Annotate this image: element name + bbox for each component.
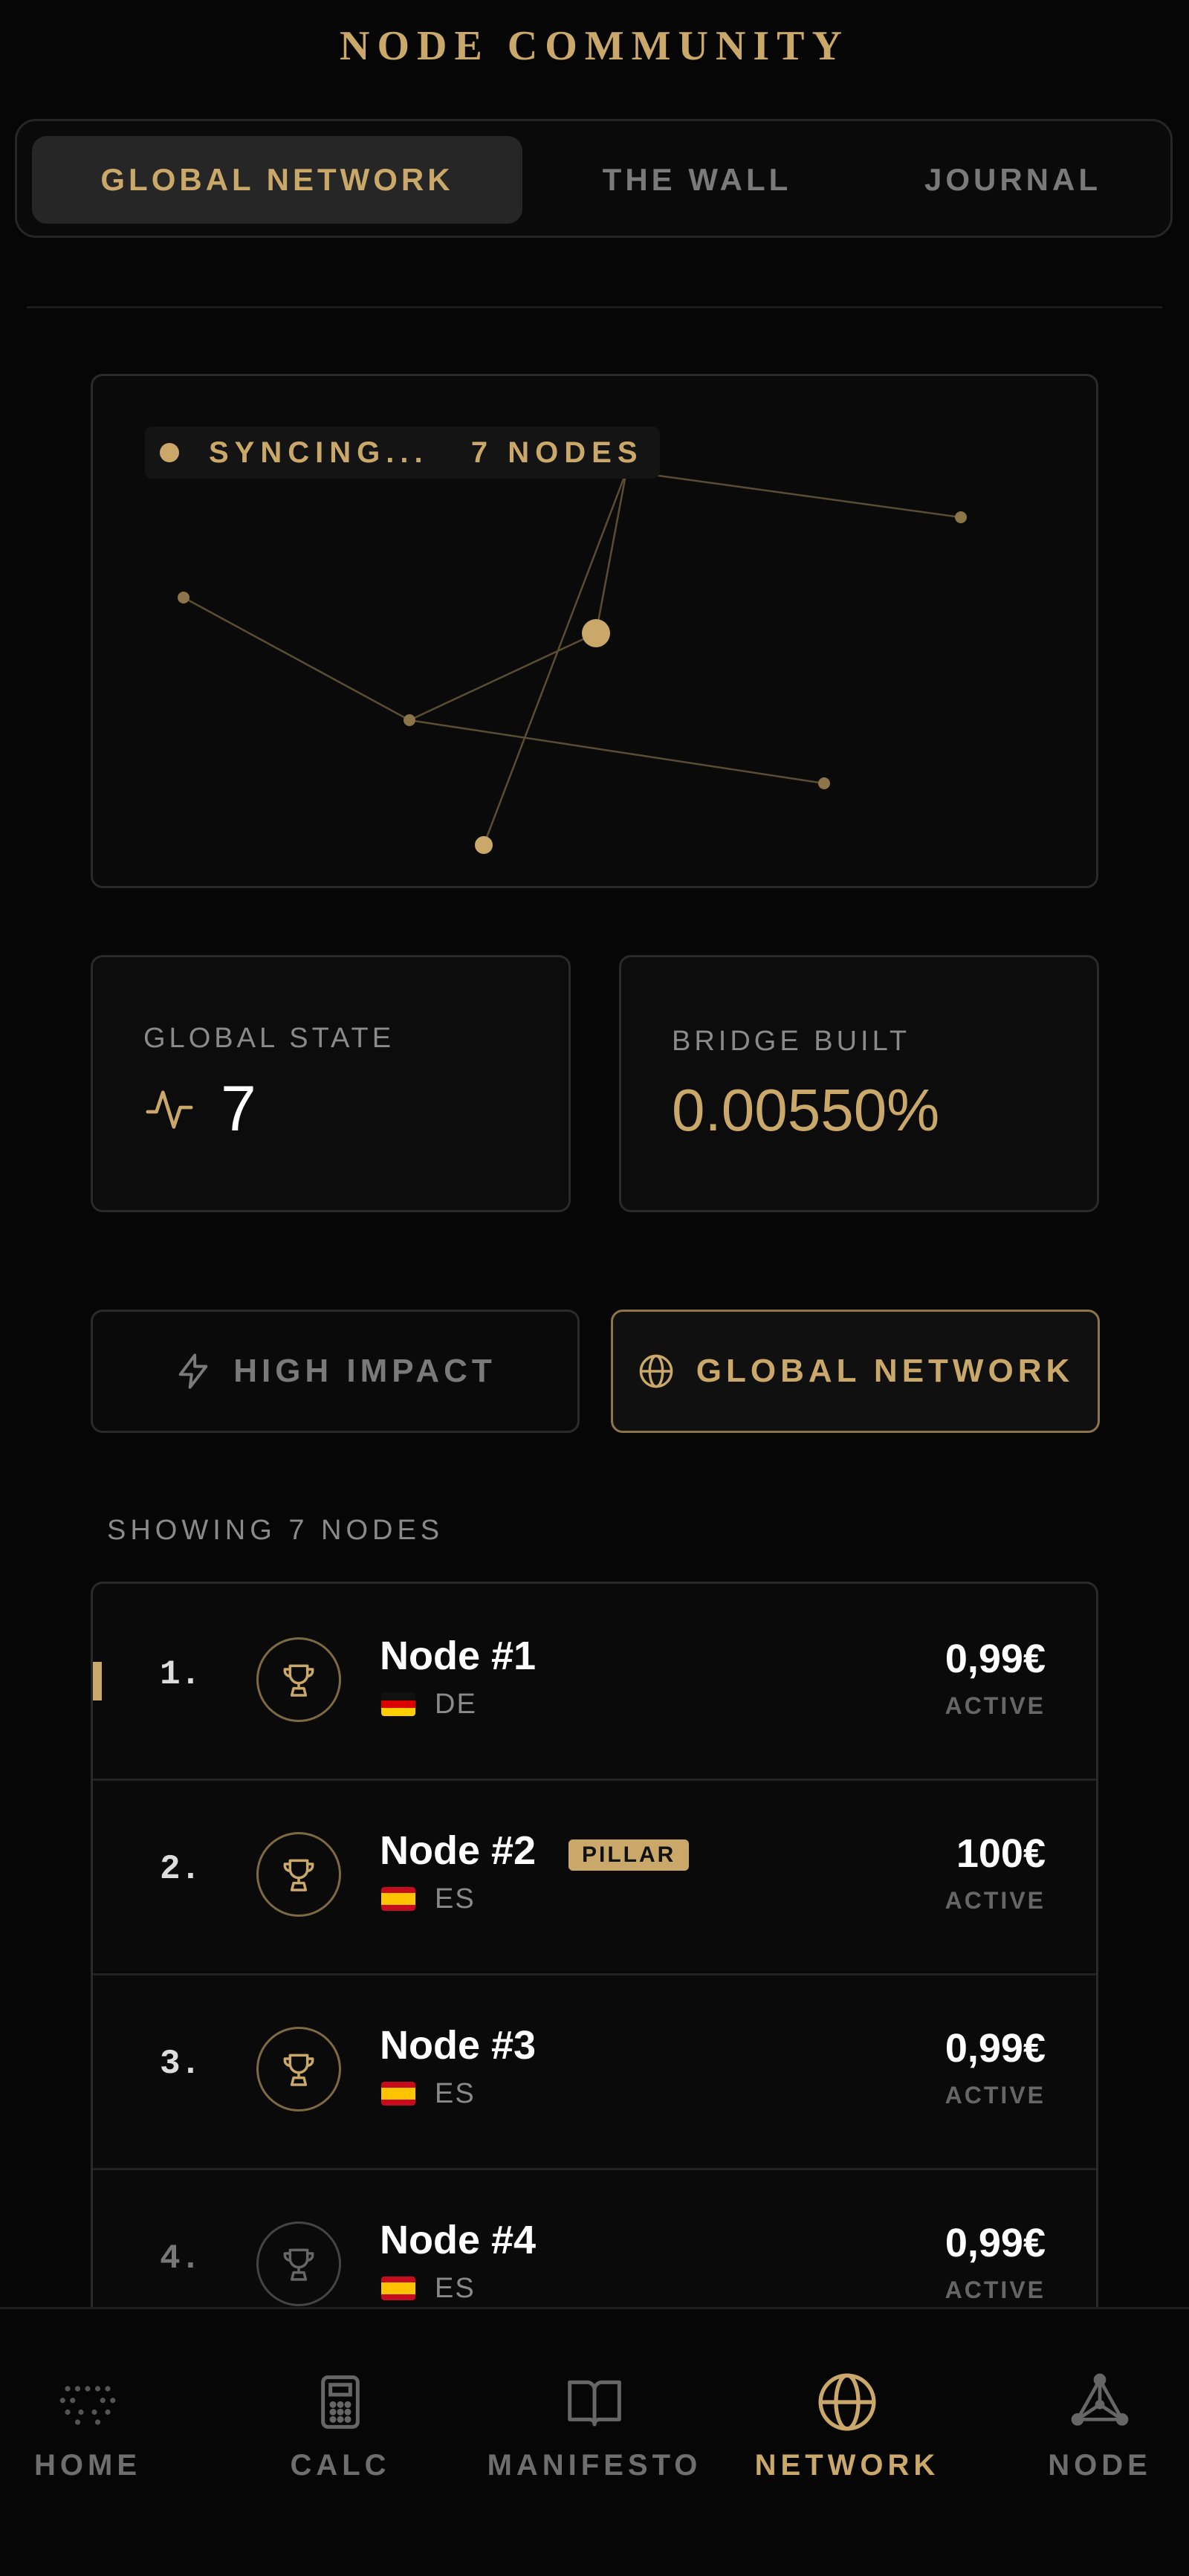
node-amount: 0,99€ <box>945 1637 1046 1681</box>
triangle-network-icon <box>1071 2373 1129 2426</box>
tab-global-network[interactable]: GLOBAL NETWORK <box>32 136 522 224</box>
node-name: Node #3 <box>380 2023 537 2068</box>
nav-calc-label: CALC <box>290 2449 391 2482</box>
dots-icon <box>59 2386 116 2425</box>
node-status: ACTIVE <box>945 1887 1046 1914</box>
high-impact-label: HIGH IMPACT <box>233 1353 496 1389</box>
network-node <box>475 836 493 854</box>
globe-icon <box>818 2373 876 2431</box>
node-status: ACTIVE <box>945 1692 1046 1719</box>
nav-home-label: HOME <box>34 2449 141 2482</box>
book-icon <box>568 2380 621 2427</box>
trophy-icon <box>283 2248 314 2281</box>
rank: 1. <box>160 1655 201 1694</box>
network-node <box>178 592 189 603</box>
flag-de-icon <box>381 1692 415 1716</box>
node-amount: 0,99€ <box>945 2026 1046 2071</box>
global-network-filter-button[interactable]: GLOBAL NETWORK <box>611 1310 1100 1433</box>
node-name: Node #2 <box>380 1828 537 1873</box>
nav-node-label: NODE <box>1048 2449 1152 2482</box>
country-code: ES <box>435 2078 476 2109</box>
app-title: NODE COMMUNITY <box>340 23 849 69</box>
country-code: ES <box>435 1883 476 1915</box>
bridge-built-value: 0.00550% <box>672 1077 940 1143</box>
showing-count: SHOWING 7 NODES <box>107 1515 444 1546</box>
sync-status-text: SYNCING... 7 NODES <box>209 436 644 469</box>
nav-manifesto-label: MANIFESTO <box>487 2449 702 2482</box>
nav-home[interactable]: HOME <box>0 2369 207 2488</box>
nav-calc[interactable]: CALC <box>221 2369 459 2488</box>
global-state-value-row: 7 <box>143 1072 256 1146</box>
node-status: ACTIVE <box>945 2276 1046 2303</box>
flag-es-icon <box>381 2082 415 2106</box>
network-node <box>818 777 830 789</box>
node-list: 1. Node #1 DE 0,99€ ACTIVE 2. Node #2 PI… <box>91 1582 1098 2355</box>
country-code: ES <box>435 2273 476 2304</box>
globe-icon <box>639 1354 673 1388</box>
flag-es-icon <box>381 2276 415 2300</box>
trophy-badge <box>256 2027 341 2111</box>
trophy-icon <box>283 2054 314 2086</box>
lightning-icon <box>178 1353 208 1389</box>
trophy-badge <box>256 1637 341 1722</box>
nav-node[interactable]: NODE <box>981 2369 1189 2488</box>
trophy-badge <box>256 1832 341 1917</box>
global-network-filter-label: GLOBAL NETWORK <box>696 1353 1075 1389</box>
node-name: Node #4 <box>380 2218 537 2262</box>
network-node <box>582 619 610 647</box>
network-graph: SYNCING... 7 NODES <box>91 374 1098 888</box>
bottom-navigation: HOME CALC MANIFESTO NETWORK NODE <box>0 2307 1189 2576</box>
global-state-value: 7 <box>221 1073 256 1145</box>
trophy-icon <box>283 1859 314 1891</box>
flag-es-icon <box>381 1887 415 1911</box>
rank: 3. <box>160 2045 201 2083</box>
node-amount: 100€ <box>956 1831 1046 1876</box>
trophy-icon <box>283 1664 314 1697</box>
node-amount: 0,99€ <box>945 2221 1046 2265</box>
list-item[interactable]: 1. Node #1 DE 0,99€ ACTIVE <box>93 1584 1096 1781</box>
nav-manifesto[interactable]: MANIFESTO <box>476 2369 713 2488</box>
top-tab-bar: GLOBAL NETWORK THE WALL JOURNAL <box>15 119 1173 238</box>
nav-network[interactable]: NETWORK <box>728 2369 966 2488</box>
nav-network-label: NETWORK <box>754 2449 940 2482</box>
high-impact-button[interactable]: HIGH IMPACT <box>91 1310 580 1433</box>
global-state-label: GLOBAL STATE <box>143 1023 395 1054</box>
status-dot-icon <box>160 443 179 462</box>
list-item[interactable]: 2. Node #2 PILLAR ES 100€ ACTIVE <box>93 1779 1096 1975</box>
header-divider <box>27 306 1162 308</box>
pillar-badge: PILLAR <box>568 1839 690 1871</box>
bridge-built-card: BRIDGE BUILT 0.00550% <box>619 955 1099 1212</box>
sync-status: SYNCING... 7 NODES <box>145 427 660 479</box>
activity-icon <box>146 1090 193 1129</box>
country-code: DE <box>435 1689 477 1720</box>
global-state-card: GLOBAL STATE 7 <box>91 955 571 1212</box>
tab-journal[interactable]: JOURNAL <box>857 136 1169 224</box>
rank: 4. <box>160 2239 201 2278</box>
rank-accent-bar <box>93 1662 102 1700</box>
network-node <box>955 511 967 523</box>
trophy-badge <box>256 2221 341 2306</box>
node-name: Node #1 <box>380 1634 537 1678</box>
network-node <box>404 714 415 726</box>
bridge-built-label: BRIDGE BUILT <box>672 1026 911 1057</box>
tab-the-wall[interactable]: THE WALL <box>537 136 857 224</box>
calculator-icon <box>321 2375 360 2429</box>
list-item[interactable]: 3. Node #3 ES 0,99€ ACTIVE <box>93 1973 1096 2170</box>
rank: 2. <box>160 1850 201 1889</box>
node-status: ACTIVE <box>945 2082 1046 2109</box>
